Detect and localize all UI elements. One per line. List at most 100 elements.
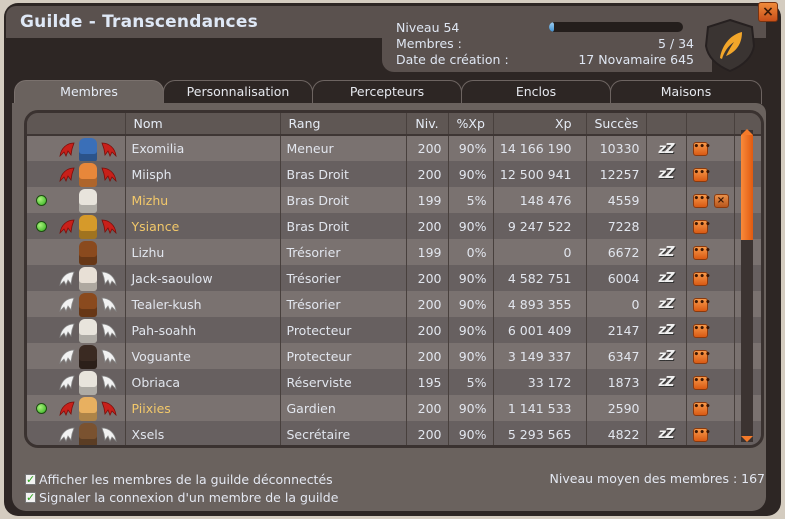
table-row[interactable]: Jack-saoulow Trésorier 200 90% 4 582 751… — [27, 265, 761, 291]
member-xp: 12 500 941 — [493, 161, 587, 187]
member-level: 200 — [406, 161, 449, 187]
sleep-icon: zZ — [658, 167, 675, 182]
member-xp: 14 166 190 — [493, 135, 587, 161]
member-name[interactable]: Mizhu — [125, 187, 281, 213]
member-name[interactable]: Exomilia — [125, 135, 281, 161]
table-row[interactable]: Voguante Protecteur 200 90% 3 149 337 63… — [27, 343, 761, 369]
table-row[interactable]: Piixies Gardien 200 90% 1 141 533 2590 •… — [27, 395, 761, 421]
member-menu-button[interactable]: ••• — [692, 323, 711, 338]
table-row[interactable]: Ysiance Bras Droit 200 90% 9 247 522 722… — [27, 213, 761, 239]
member-xp: 9 247 522 — [493, 213, 587, 239]
actions-cell: ••• — [686, 291, 735, 317]
col-success[interactable]: Succès — [586, 113, 647, 136]
show-offline-checkbox[interactable]: ✓ — [25, 474, 36, 485]
col-xp-pct[interactable]: %Xp — [448, 113, 494, 136]
member-rank: Réserviste — [280, 369, 407, 395]
actions-cell: ••• — [686, 421, 735, 445]
avatar — [79, 138, 97, 162]
red-wing-icon — [101, 219, 117, 234]
notify-login-label: Signaler la connexion d'un membre de la … — [39, 490, 339, 505]
col-status — [646, 113, 687, 136]
member-name[interactable]: Jack-saoulow — [125, 265, 281, 291]
member-name[interactable]: Obriaca — [125, 369, 281, 395]
scroll-up-arrow-icon[interactable] — [741, 129, 753, 135]
close-button[interactable]: × — [758, 2, 778, 22]
member-name[interactable]: Piixies — [125, 395, 281, 421]
member-level: 200 — [406, 291, 449, 317]
member-rank: Trésorier — [280, 291, 407, 317]
member-menu-button[interactable]: ••• — [692, 142, 711, 157]
notify-login-option[interactable]: ✓ Signaler la connexion d'un membre de l… — [25, 490, 338, 505]
member-success: 4559 — [586, 187, 647, 213]
col-avatar — [27, 113, 126, 136]
alignment-wings — [59, 371, 117, 395]
tab-enclos[interactable]: Enclos — [461, 80, 611, 104]
col-level[interactable]: Niv. — [406, 113, 449, 136]
table-row[interactable]: Exomilia Meneur 200 90% 14 166 190 10330… — [27, 135, 761, 162]
members-table: Nom Rang Niv. %Xp Xp Succès Exomilia Men… — [24, 110, 764, 448]
tab-personnalisation[interactable]: Personnalisation — [163, 80, 313, 104]
col-xp[interactable]: Xp — [493, 113, 587, 136]
scrollbar-thumb[interactable] — [741, 135, 753, 240]
avatar — [79, 241, 97, 265]
avatar — [79, 423, 97, 445]
member-menu-button[interactable]: ••• — [692, 219, 711, 234]
member-name[interactable]: Miisph — [125, 161, 281, 187]
member-rank: Meneur — [280, 135, 407, 161]
member-name[interactable]: Tealer-kush — [125, 291, 281, 317]
member-menu-button[interactable]: ••• — [692, 375, 711, 390]
avatar-cell — [27, 317, 126, 343]
member-success: 6004 — [586, 265, 647, 291]
avatar-cell — [27, 213, 126, 239]
member-menu-button[interactable]: ••• — [692, 427, 711, 442]
member-level: 200 — [406, 343, 449, 369]
member-menu-button[interactable]: ••• — [692, 271, 711, 286]
tab-membres[interactable]: Membres — [14, 80, 164, 104]
table-row[interactable]: Lizhu Trésorier 199 0% 0 6672 zZ ••• — [27, 239, 761, 265]
red-wing-icon — [59, 167, 75, 182]
table-row[interactable]: Miisph Bras Droit 200 90% 12 500 941 122… — [27, 161, 761, 187]
member-success: 2147 — [586, 317, 647, 343]
table-row[interactable]: Tealer-kush Trésorier 200 90% 4 893 355 … — [27, 291, 761, 317]
member-menu-button[interactable]: ••• — [692, 245, 711, 260]
avatar-cell — [27, 135, 126, 162]
member-xp-pct: 90% — [448, 135, 494, 161]
feather-shield-icon — [704, 18, 756, 72]
actions-cell: ••• — [686, 213, 735, 239]
avatar — [79, 267, 97, 291]
table-row[interactable]: Pah-soahh Protecteur 200 90% 6 001 409 2… — [27, 317, 761, 343]
table-row[interactable]: Mizhu Bras Droit 199 5% 148 476 4559 •••… — [27, 187, 761, 213]
tab-maisons[interactable]: Maisons — [610, 80, 762, 104]
table-row[interactable]: Obriaca Réserviste 195 5% 33 172 1873 zZ… — [27, 369, 761, 395]
col-rank[interactable]: Rang — [280, 113, 407, 136]
white-wing-icon — [101, 323, 117, 338]
tab-percepteurs[interactable]: Percepteurs — [312, 80, 462, 104]
kick-member-button[interactable]: × — [713, 193, 729, 208]
member-level: 200 — [406, 395, 449, 421]
member-xp-pct: 0% — [448, 239, 494, 265]
member-menu-button[interactable]: ••• — [692, 349, 711, 364]
red-wing-icon — [101, 401, 117, 416]
member-name[interactable]: Ysiance — [125, 213, 281, 239]
member-menu-button[interactable]: ••• — [692, 167, 711, 182]
status-cell: zZ — [646, 317, 687, 343]
red-wing-icon — [59, 142, 75, 157]
member-name[interactable]: Voguante — [125, 343, 281, 369]
scroll-down-arrow-icon[interactable] — [741, 436, 753, 442]
col-name[interactable]: Nom — [125, 113, 281, 136]
member-menu-button[interactable]: ••• — [692, 193, 711, 208]
show-offline-option[interactable]: ✓ Afficher les membres de la guilde déco… — [25, 472, 333, 487]
member-menu-button[interactable]: ••• — [692, 297, 711, 312]
member-rank: Secrétaire — [280, 421, 407, 445]
member-xp-pct: 90% — [448, 317, 494, 343]
actions-cell: ••• — [686, 239, 735, 265]
table-row[interactable]: Xsels Secrétaire 200 90% 5 293 565 4822 … — [27, 421, 761, 445]
alignment-wings — [59, 397, 117, 421]
member-menu-button[interactable]: ••• — [692, 401, 711, 416]
member-name[interactable]: Pah-soahh — [125, 317, 281, 343]
avatar — [79, 371, 97, 395]
notify-login-checkbox[interactable]: ✓ — [25, 492, 36, 503]
member-name[interactable]: Xsels — [125, 421, 281, 445]
member-rank: Bras Droit — [280, 187, 407, 213]
member-name[interactable]: Lizhu — [125, 239, 281, 265]
